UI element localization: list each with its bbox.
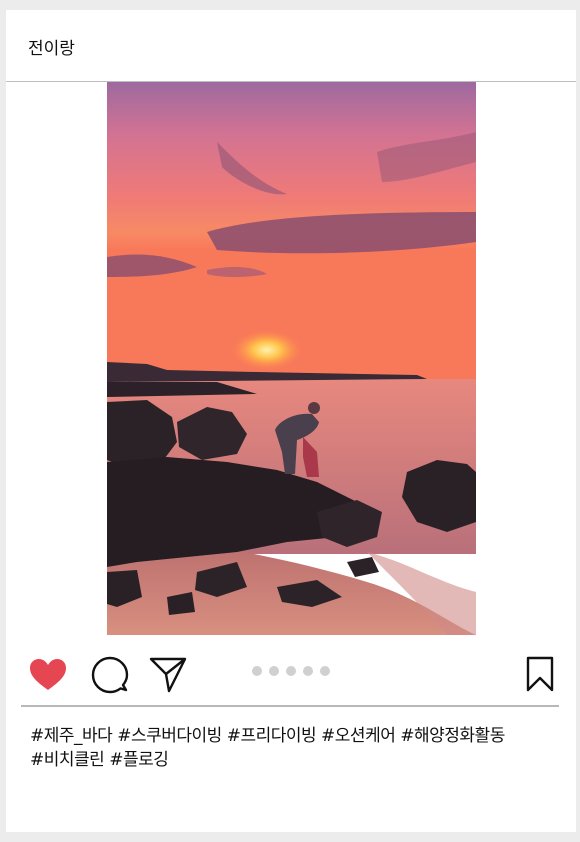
carousel-dot[interactable] [286,666,296,676]
bookmark-icon[interactable] [525,656,555,692]
actions-divider [21,705,559,707]
paper-plane-icon[interactable] [149,656,187,694]
carousel-indicator [252,666,330,676]
caption-hashtags-line[interactable]: #비치클린 #플로깅 [30,748,560,772]
post-card: 전이랑 #제주_바다 #스쿠버다이빙 #프리다이빙 #오션케어 #해양정화활동 … [6,10,576,832]
heart-icon[interactable] [29,658,67,692]
comment-bubble-icon[interactable] [91,656,129,694]
carousel-dot[interactable] [320,666,330,676]
post-actions [6,650,576,706]
post-photo[interactable] [107,82,476,635]
post-username[interactable]: 전이랑 [28,34,75,59]
carousel-dot[interactable] [303,666,313,676]
post-header: 전이랑 [6,10,576,82]
carousel-dot[interactable] [252,666,262,676]
caption-hashtags-line[interactable]: #제주_바다 #스쿠버다이빙 #프리다이빙 #오션케어 #해양정화활동 [30,724,560,748]
sunset-beach-image [107,82,476,635]
post-caption: #제주_바다 #스쿠버다이빙 #프리다이빙 #오션케어 #해양정화활동 #비치클… [30,724,560,772]
carousel-dot[interactable] [269,666,279,676]
